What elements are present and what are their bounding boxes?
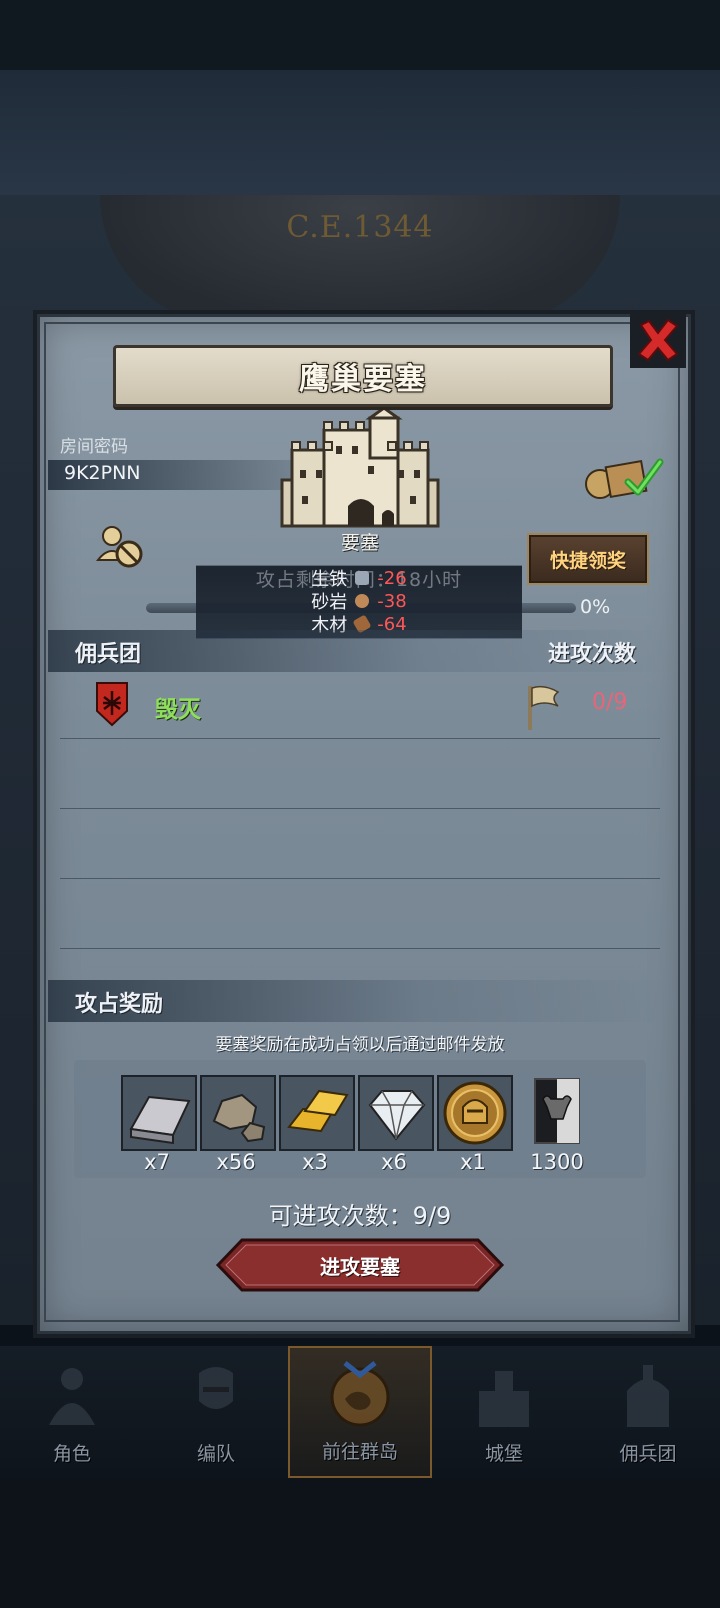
attack-fortress-label: 进攻要塞 xyxy=(320,1255,400,1279)
mercenary-icon xyxy=(627,1365,669,1427)
row-divider xyxy=(60,738,660,739)
knight-coin-icon xyxy=(439,1077,511,1149)
cost-row-iron: 生铁 -26 xyxy=(196,566,522,591)
header-band xyxy=(0,70,720,200)
reward-item-coin[interactable] xyxy=(437,1075,513,1151)
character-icon xyxy=(49,1368,95,1425)
calendar-era: C.E.1344 xyxy=(286,210,434,245)
reward-note: 要塞奖励在成功占领以后通过邮件发放 xyxy=(215,1035,505,1055)
reward-item-gold[interactable] xyxy=(279,1075,355,1151)
reward-qty: x56 xyxy=(216,1150,256,1174)
sandstone-icon xyxy=(355,594,370,608)
quick-claim-label: 快捷领奖 xyxy=(549,549,626,572)
nav-character[interactable]: 角色 xyxy=(0,1346,144,1478)
gold-bars-icon xyxy=(281,1077,353,1149)
nav-label: 编队 xyxy=(196,1443,235,1465)
room-code-value[interactable]: 9K2PNN xyxy=(64,462,141,484)
diamond-icon xyxy=(360,1077,432,1149)
formation-icon xyxy=(199,1367,233,1409)
status-bar-area xyxy=(0,0,720,70)
flag-icon xyxy=(528,685,560,730)
nav-label: 角色 xyxy=(52,1443,91,1465)
reward-item-iron[interactable] xyxy=(121,1075,197,1151)
castle-icon xyxy=(479,1371,529,1427)
reward-qty: x3 xyxy=(302,1150,328,1174)
reward-qty: 1300 xyxy=(530,1150,584,1174)
mail-delivered-icon[interactable] xyxy=(582,452,664,502)
reward-qty: x7 xyxy=(144,1150,170,1174)
quick-claim-button[interactable]: 快捷领奖 xyxy=(527,533,649,585)
cost-value: -26 xyxy=(377,567,407,589)
attempts-remaining: 可进攻次数：9/9 xyxy=(268,1202,452,1230)
islands-icon xyxy=(330,1361,390,1427)
capture-progress-percent: 0% xyxy=(580,596,611,618)
row-divider xyxy=(60,948,660,949)
nav-label: 前往群岛 xyxy=(321,1441,398,1463)
bull-banner-icon[interactable] xyxy=(533,1077,581,1145)
guild-shield-icon xyxy=(96,682,128,727)
fortress-castle-icon xyxy=(280,410,440,528)
room-code-label: 房间密码 xyxy=(60,437,128,457)
close-icon xyxy=(637,318,679,362)
reward-item-stone[interactable] xyxy=(200,1075,276,1151)
nav-castle[interactable]: 城堡 xyxy=(432,1346,576,1478)
nav-formation[interactable]: 编队 xyxy=(144,1346,288,1478)
close-button[interactable] xyxy=(630,312,686,368)
title-banner: 鹰巢要塞 xyxy=(113,345,613,407)
stone-ore-icon xyxy=(202,1077,274,1149)
nav-label: 城堡 xyxy=(484,1443,523,1465)
guild-name[interactable]: 毁灭 xyxy=(155,690,201,724)
cost-value: -38 xyxy=(377,590,407,612)
nav-islands[interactable]: 前往群岛 xyxy=(288,1346,432,1478)
attack-count-title: 进攻次数 xyxy=(548,642,637,667)
row-divider xyxy=(60,808,660,809)
iron-ingot-icon xyxy=(123,1077,195,1149)
iron-icon xyxy=(355,571,370,585)
rewards-section-title: 攻占奖励 xyxy=(75,992,164,1017)
no-person-icon[interactable] xyxy=(96,524,146,570)
nav-mercenary[interactable]: 佣兵团 xyxy=(576,1346,720,1478)
mercenary-section-title: 佣兵团 xyxy=(75,642,142,667)
dialog-title: 鹰巢要塞 xyxy=(299,362,427,397)
reward-item-diamond[interactable] xyxy=(358,1075,434,1151)
nav-label: 佣兵团 xyxy=(619,1443,677,1465)
cost-row-sandstone: 砂岩 -38 xyxy=(196,589,522,614)
reward-qty: x6 xyxy=(381,1150,407,1174)
row-divider xyxy=(60,878,660,879)
attack-count-value: 0/9 xyxy=(592,690,628,715)
reward-qty: x1 xyxy=(460,1150,486,1174)
bottom-area xyxy=(0,1478,720,1608)
